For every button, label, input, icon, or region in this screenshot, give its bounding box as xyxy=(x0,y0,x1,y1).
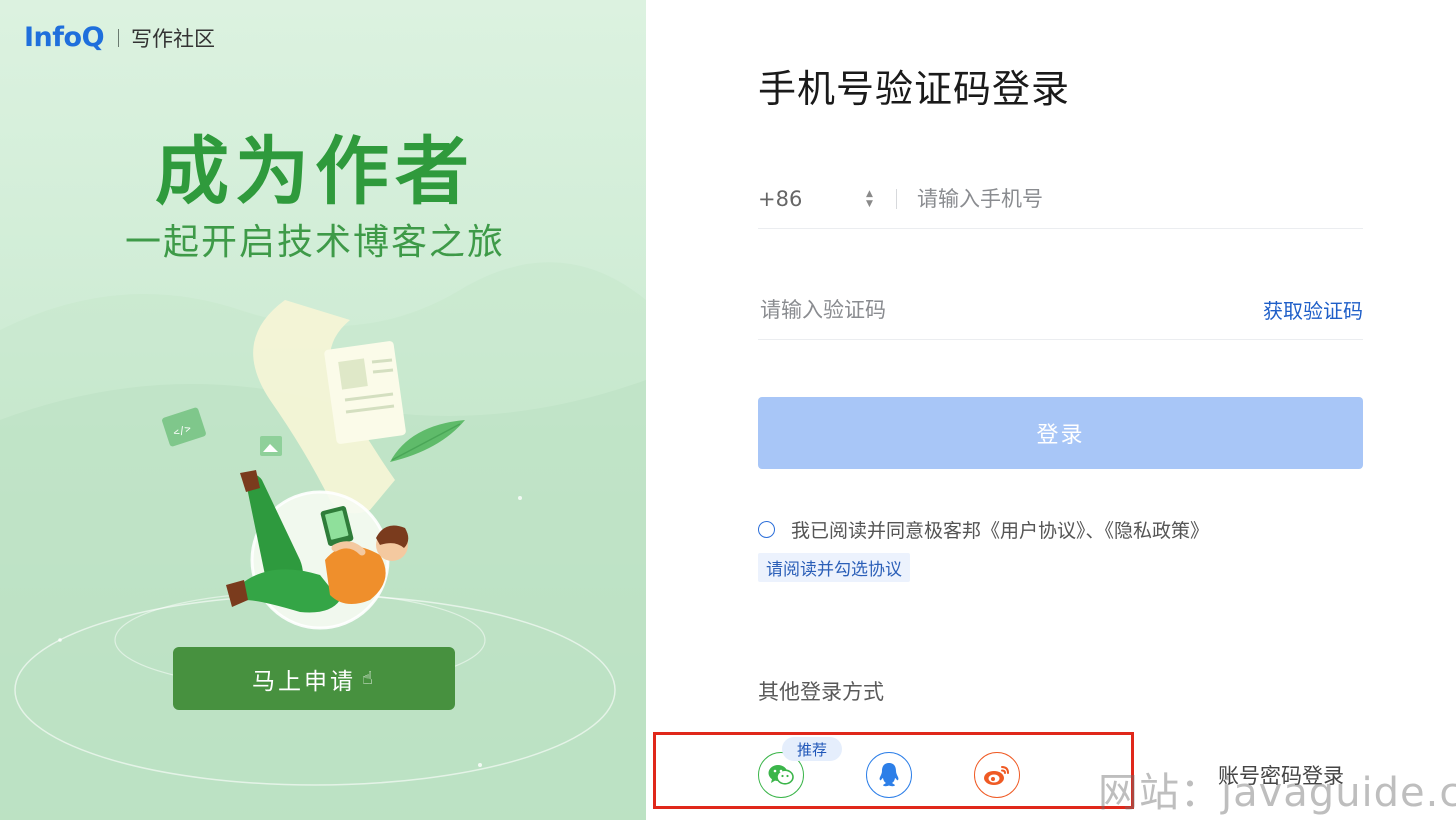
weibo-login-button[interactable] xyxy=(974,752,1020,798)
phone-input[interactable] xyxy=(915,186,1363,212)
field-divider xyxy=(896,189,897,209)
get-code-link[interactable]: 获取验证码 xyxy=(1263,295,1363,324)
brand[interactable]: InfoQ 写作社区 xyxy=(24,22,215,53)
agreement-radio[interactable] xyxy=(758,521,775,538)
recommended-badge: 推荐 xyxy=(782,737,842,761)
promo-title: 成为作者 xyxy=(155,129,475,215)
privacy-policy-link[interactable]: 《隐私政策》 xyxy=(1105,520,1210,542)
sort-arrows-icon[interactable]: ▲ ▼ xyxy=(866,189,876,209)
country-code-select[interactable]: +86 xyxy=(758,187,866,211)
other-login-title: 其他登录方式 xyxy=(758,680,884,704)
agreement-separator: 、 xyxy=(1085,520,1105,542)
weibo-icon xyxy=(984,766,1009,785)
user-agreement-link[interactable]: 《用户协议》 xyxy=(981,520,1086,542)
apply-button-label: 马上申请 xyxy=(252,668,357,695)
agree-hint-tooltip: 请阅读并勾选协议 xyxy=(758,553,910,582)
agreement-prefix: 我已阅读并同意极客邦 xyxy=(791,520,982,542)
qq-icon xyxy=(879,763,899,787)
apply-button[interactable]: 马上申请 ☝ xyxy=(173,647,455,710)
qq-login-button[interactable] xyxy=(866,752,912,798)
account-password-login-link[interactable]: 账号密码登录 xyxy=(1218,760,1344,790)
phone-field-row: +86 ▲ ▼ xyxy=(758,170,1363,229)
verification-code-input[interactable] xyxy=(758,296,1263,323)
brand-divider xyxy=(118,28,120,47)
agreement-row: 我已阅读并同意极客邦《用户协议》、《隐私政策》 xyxy=(758,516,1209,543)
brand-subtitle: 写作社区 xyxy=(131,26,216,51)
login-panel: 手机号验证码登录 +86 ▲▼ 获取验证码 登录 我已阅读并同意极客邦《用户协议… xyxy=(646,0,1456,820)
login-title: 手机号验证码登录 xyxy=(758,67,1071,111)
agreement-text: 我已阅读并同意极客邦《用户协议》、《隐私政策》 xyxy=(791,516,1209,543)
login-button[interactable]: 登录 xyxy=(758,397,1363,469)
infoq-logo[interactable]: InfoQ xyxy=(24,22,105,53)
promo-panel: </> InfoQ 写作社区 成为作者 一起开启技术博客之旅 马上申请 ☝ xyxy=(0,0,646,820)
promo-subtitle: 一起开启技术博客之旅 xyxy=(124,222,505,263)
hand-pointer-icon: ☝ xyxy=(362,668,376,689)
code-field-row: 获取验证码 xyxy=(758,280,1363,340)
wechat-icon xyxy=(768,765,794,785)
